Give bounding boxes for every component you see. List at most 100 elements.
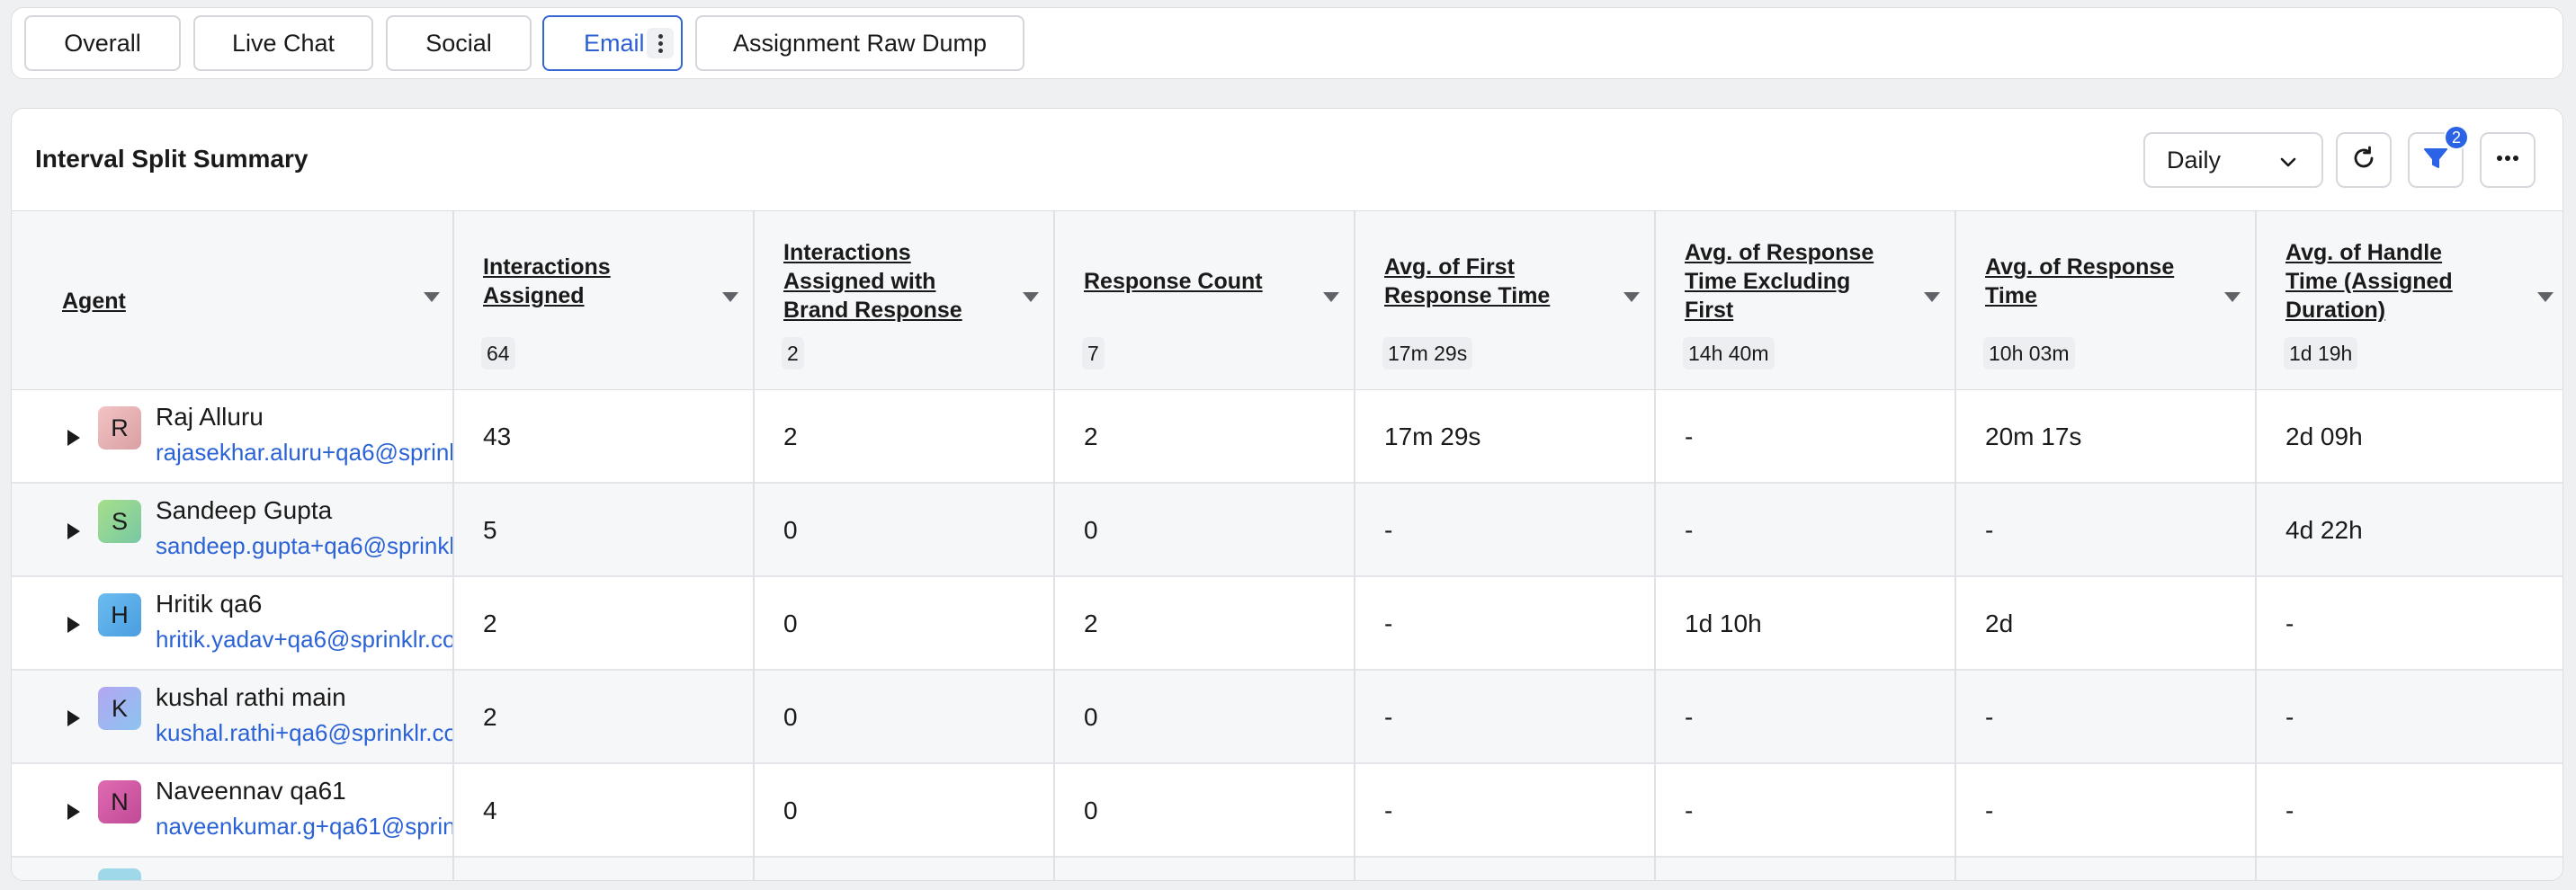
agent-email-link[interactable]: hritik.yadav+qa6@sprinklr.com [156,626,452,654]
expand-row-icon[interactable] [67,617,80,633]
cell-value: 0 [1084,516,1098,544]
tab-label: Overall [64,29,141,57]
table-cell: - [2257,577,2563,671]
agent-email-link[interactable]: sandeep.gupta+qa6@sprinklr.com [156,532,452,560]
widget-title: Interval Split Summary [35,145,309,173]
cell-value: 0 [783,703,798,731]
sort-dropdown-icon[interactable] [1023,292,1039,302]
table-cell: 4d 22h [2257,484,2563,577]
filter-button[interactable]: 2 [2408,125,2469,188]
tab-social[interactable]: Social [386,15,532,71]
table-cell: 0 [755,671,1055,764]
table-row[interactable]: H Hritik qa6 hritik.yadav+qa6@sprinklr.c… [12,577,2563,671]
filter-count-badge: 2 [2444,125,2469,150]
refresh-icon [2349,144,2378,177]
table-cell: 4 [454,764,755,858]
avatar: R [98,406,141,449]
sort-dropdown-icon[interactable] [1323,292,1339,302]
column-header-avg-response-time-excl-first[interactable]: Avg. of Response Time Excluding First 14… [1656,211,1956,390]
avatar [98,868,141,880]
table-cell [1355,858,1656,880]
table-cell: 2d 09h [2257,390,2563,484]
agent-cell: N Naveennav qa61 naveenkumar.g+qa61@spri… [12,764,454,858]
tab-options-icon[interactable] [647,28,674,58]
sort-dropdown-icon[interactable] [424,292,440,302]
expand-row-icon[interactable] [67,710,80,726]
table-row[interactable]: N Naveennav qa61 naveenkumar.g+qa61@spri… [12,764,2563,858]
cell-value: 2 [483,610,497,637]
column-header-avg-response-time[interactable]: Avg. of Response Time 10h 03m [1956,211,2257,390]
agent-email-link[interactable]: rajasekhar.aluru+qa6@sprinklr.com [156,439,452,467]
interval-split-summary-widget: Interval Split Summary Daily 2 Agent Int… [11,108,2563,881]
column-label[interactable]: Avg. of First Response Time [1384,253,1597,310]
more-options-button[interactable] [2480,132,2536,188]
agent-cell: K kushal rathi main kushal.rathi+qa6@spr… [12,671,454,764]
sort-dropdown-icon[interactable] [1623,292,1640,302]
column-header-avg-first-response-time[interactable]: Avg. of First Response Time 17m 29s [1355,211,1656,390]
cell-value: - [2285,703,2294,731]
cell-value: - [1685,516,1694,544]
sort-dropdown-icon[interactable] [1924,292,1940,302]
agent-cell: R Raj Alluru rajasekhar.aluru+qa6@sprink… [12,390,454,484]
sort-dropdown-icon[interactable] [2224,292,2241,302]
table-cell: 0 [1055,484,1355,577]
tab-label: Assignment Raw Dump [732,29,988,57]
column-header-interactions-assigned[interactable]: Interactions Assigned 64 [454,211,755,390]
table-cell: - [1355,671,1656,764]
cell-value: 2d [1985,610,2014,637]
column-header-agent[interactable]: Agent [12,211,454,390]
column-label[interactable]: Avg. of Response Time [1985,253,2197,310]
agent-email-link[interactable]: naveenkumar.g+qa61@sprinklr.com [156,813,452,841]
column-label[interactable]: Response Count [1084,267,1296,296]
agent-name: Hritik qa6 [156,590,263,618]
table-cell: 0 [1055,764,1355,858]
expand-row-icon[interactable] [67,430,80,446]
cell-value: - [2285,797,2294,824]
cell-value: 20m 17s [1985,423,2082,450]
column-label[interactable]: Avg. of Response Time Excluding First [1685,238,1897,325]
column-label[interactable]: Interactions Assigned [483,253,695,310]
cell-value: - [1685,423,1694,450]
cell-value: - [2285,610,2294,637]
interval-select[interactable]: Daily [2143,132,2323,188]
expand-row-icon[interactable] [67,523,80,539]
column-label[interactable]: Avg. of Handle Time (Assigned Duration) [2285,238,2498,325]
column-total: 64 [481,337,515,369]
cell-value: - [1685,797,1694,824]
table-row[interactable]: K kushal rathi main kushal.rathi+qa6@spr… [12,671,2563,764]
table-cell [1055,858,1355,880]
column-total: 1d 19h [2284,337,2358,369]
cell-value: - [1685,703,1694,731]
sort-dropdown-icon[interactable] [2537,292,2554,302]
table-row[interactable]: S Sandeep Gupta sandeep.gupta+qa6@sprink… [12,484,2563,577]
tab-assignment-raw-dump[interactable]: Assignment Raw Dump [695,15,1024,71]
agent-cell: H Hritik qa6 hritik.yadav+qa6@sprinklr.c… [12,577,454,671]
cell-value: 43 [483,423,512,450]
table-cell: 0 [1055,671,1355,764]
expand-row-icon[interactable] [67,804,80,820]
column-label[interactable]: Interactions Assigned with Brand Respons… [783,238,996,325]
table-row[interactable]: R Raj Alluru rajasekhar.aluru+qa6@sprink… [12,390,2563,484]
tab-overall[interactable]: Overall [24,15,181,71]
tab-live-chat[interactable]: Live Chat [193,15,373,71]
column-label[interactable]: Agent [62,287,274,316]
column-header-avg-handle-time[interactable]: Avg. of Handle Time (Assigned Duration) … [2257,211,2563,390]
table-cell: 2 [755,390,1055,484]
cell-value: 2 [1084,610,1098,637]
agent-email-link[interactable]: kushal.rathi+qa6@sprinklr.com [156,719,452,747]
table-cell [1656,858,1956,880]
tab-email[interactable]: Email [542,15,683,71]
cell-value: 5 [483,516,497,544]
cell-value: 17m 29s [1384,423,1481,450]
refresh-button[interactable] [2336,132,2392,188]
tab-label: Live Chat [231,29,335,57]
table-cell: 43 [454,390,755,484]
sort-dropdown-icon[interactable] [722,292,738,302]
agent-name: kushal rathi main [156,683,346,711]
column-header-response-count[interactable]: Response Count 7 [1055,211,1355,390]
table-cell: - [1956,764,2257,858]
table-cell: - [1656,484,1956,577]
column-total: 14h 40m [1683,337,1775,369]
column-header-interactions-brand-response[interactable]: Interactions Assigned with Brand Respons… [755,211,1055,390]
avatar: K [98,687,141,730]
